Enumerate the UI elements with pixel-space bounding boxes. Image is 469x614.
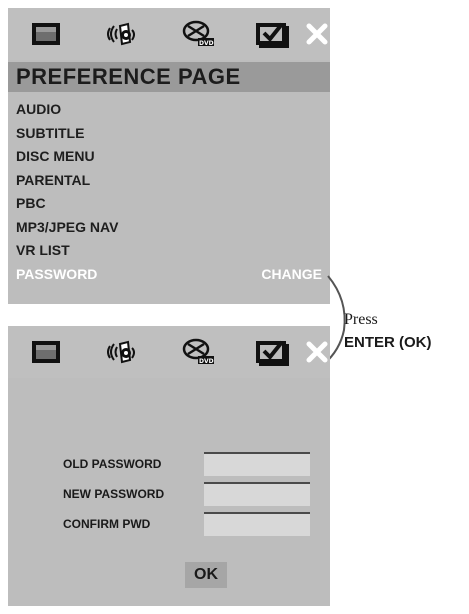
- menu-item-label: SUBTITLE: [16, 124, 85, 141]
- audio-setup-icon[interactable]: [102, 18, 142, 50]
- screen-setup-icon[interactable]: [26, 18, 66, 50]
- preference-setup-icon[interactable]: [252, 18, 292, 50]
- old-password-field[interactable]: [204, 452, 310, 476]
- new-password-field[interactable]: [204, 482, 310, 506]
- menu-item-mp3-jpeg-nav[interactable]: MP3/JPEG NAV: [16, 216, 322, 240]
- password-change-panel: DVD OLD PASSWORD NEW PASSWORD CONFIRM PW…: [8, 326, 330, 606]
- password-form: OLD PASSWORD NEW PASSWORD CONFIRM PWD OK: [8, 326, 330, 606]
- svg-text:DVD: DVD: [199, 40, 214, 47]
- enter-key-instruction: ENTER (OK): [344, 334, 432, 351]
- menu-item-label: AUDIO: [16, 101, 62, 117]
- menu-item-password[interactable]: PASSWORD CHANGE: [16, 263, 322, 287]
- menu-item-parental[interactable]: PARENTAL: [16, 169, 322, 193]
- setup-icon-bar: DVD: [8, 8, 330, 60]
- old-password-label: OLD PASSWORD: [63, 457, 162, 471]
- video-setup-icon[interactable]: DVD: [178, 18, 218, 50]
- preference-page-panel: DVD PREFERENCE PAGE AUDIO SUBTITLE DISC …: [8, 8, 330, 304]
- menu-item-label: PASSWORD: [16, 265, 98, 282]
- menu-item-pbc[interactable]: PBC: [16, 192, 322, 216]
- menu-item-disc-menu[interactable]: DISC MENU: [16, 145, 322, 169]
- preference-menu: AUDIO SUBTITLE DISC MENU PARENTAL PBC MP…: [16, 98, 322, 286]
- confirm-password-field[interactable]: [204, 512, 310, 536]
- menu-item-label: PBC: [16, 195, 46, 211]
- menu-item-audio[interactable]: AUDIO: [16, 98, 322, 122]
- new-password-label: NEW PASSWORD: [63, 487, 165, 501]
- menu-item-subtitle[interactable]: SUBTITLE: [16, 122, 322, 146]
- menu-item-label: VR LIST: [16, 242, 70, 258]
- press-instruction: Press: [344, 311, 378, 328]
- page-title: PREFERENCE PAGE: [8, 62, 330, 92]
- confirm-password-label: CONFIRM PWD: [63, 517, 151, 531]
- menu-item-label: MP3/JPEG NAV: [16, 218, 119, 235]
- menu-item-label: PARENTAL: [16, 171, 91, 188]
- menu-item-label: DISC MENU: [16, 148, 95, 164]
- ok-button[interactable]: OK: [185, 562, 227, 588]
- close-icon[interactable]: [304, 18, 332, 50]
- menu-item-vr-list[interactable]: VR LIST: [16, 239, 322, 263]
